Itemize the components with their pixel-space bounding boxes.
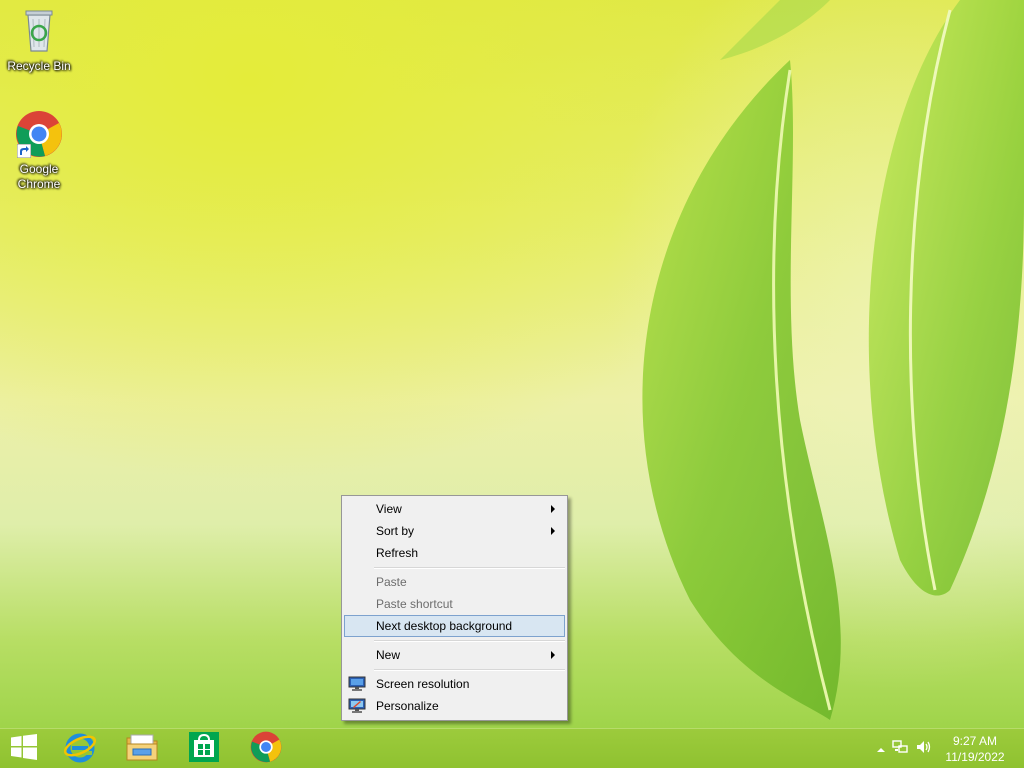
taskbar-chrome[interactable]	[238, 730, 294, 768]
clock-time: 9:27 AM	[952, 734, 998, 748]
menu-item-sort-by[interactable]: Sort by	[344, 520, 565, 542]
shortcut-arrow-icon	[17, 144, 31, 158]
taskbar-file-explorer[interactable]	[114, 730, 170, 768]
desktop[interactable]: Recycle Bin Google Chrome View Sort by R…	[0, 0, 1024, 728]
menu-item-paste-shortcut[interactable]: Paste shortcut	[344, 593, 565, 615]
desktop-context-menu: View Sort by Refresh Paste Paste shortcu…	[341, 495, 568, 721]
menu-separator	[374, 567, 565, 569]
new-label: New	[376, 648, 401, 662]
paste-shortcut-label: Paste shortcut	[376, 597, 453, 611]
menu-item-personalize[interactable]: Personalize	[344, 695, 565, 717]
windows-logo-icon	[10, 733, 38, 766]
menu-item-view[interactable]: View	[344, 498, 565, 520]
menu-separator	[374, 669, 565, 671]
menu-item-refresh[interactable]: Refresh	[344, 542, 565, 564]
network-icon[interactable]	[888, 739, 912, 759]
taskbar: 9:27 AM 11/19/2022	[0, 728, 1024, 768]
store-icon	[188, 731, 220, 768]
menu-item-new[interactable]: New	[344, 644, 565, 666]
view-label: View	[376, 502, 402, 516]
volume-icon[interactable]	[912, 740, 936, 759]
menu-item-next-desktop-background[interactable]: Next desktop background	[344, 615, 565, 637]
next-background-label: Next desktop background	[376, 619, 513, 633]
chrome-icon	[15, 110, 63, 160]
submenu-arrow-icon	[551, 527, 555, 535]
recycle-bin-icon	[1, 5, 77, 57]
recycle-bin-label: Recycle Bin	[7, 59, 71, 73]
google-chrome-shortcut[interactable]: Google Chrome	[1, 110, 77, 192]
submenu-arrow-icon	[551, 505, 555, 513]
menu-separator	[374, 640, 565, 642]
menu-item-screen-resolution[interactable]: Screen resolution	[344, 673, 565, 695]
taskbar-clock[interactable]: 9:27 AM 11/19/2022	[940, 733, 1010, 765]
sort-by-label: Sort by	[376, 524, 415, 538]
personalize-icon	[348, 698, 366, 721]
personalize-label: Personalize	[376, 699, 439, 713]
file-explorer-icon	[125, 732, 159, 767]
taskbar-internet-explorer[interactable]	[52, 730, 108, 768]
refresh-label: Refresh	[376, 546, 419, 560]
internet-explorer-icon	[63, 731, 97, 768]
paste-label: Paste	[376, 575, 407, 589]
clock-date: 11/19/2022	[945, 750, 1005, 764]
show-hidden-icons[interactable]	[874, 740, 888, 758]
screen-resolution-label: Screen resolution	[376, 677, 470, 691]
chrome-icon	[250, 731, 282, 768]
chrome-label: Google Chrome	[17, 162, 61, 191]
system-tray	[874, 729, 944, 769]
submenu-arrow-icon	[551, 651, 555, 659]
taskbar-store[interactable]	[176, 730, 232, 768]
menu-item-paste[interactable]: Paste	[344, 571, 565, 593]
start-button[interactable]	[0, 730, 48, 768]
recycle-bin-shortcut[interactable]: Recycle Bin	[1, 5, 77, 74]
